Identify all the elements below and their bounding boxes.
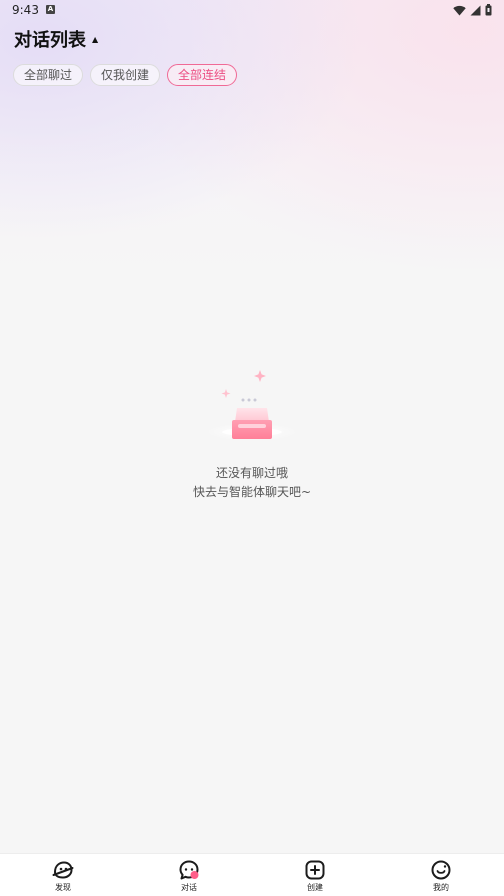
filter-chip-all-chatted[interactable]: 全部聊过	[13, 64, 84, 86]
profile-icon	[431, 860, 451, 880]
page-header[interactable]: 对话列表 ▲	[14, 26, 98, 52]
nav-item-discover[interactable]: 发现	[0, 854, 126, 896]
chat-icon	[179, 860, 199, 880]
status-icons	[453, 4, 492, 16]
battery-icon	[485, 4, 492, 16]
bottom-navigation: 发现 对话 创建 我的	[0, 853, 504, 896]
empty-message-title: 还没有聊过哦	[215, 466, 288, 480]
filter-chip-all-links[interactable]: 全部连结	[167, 64, 238, 86]
signal-icon	[470, 5, 481, 15]
empty-state: 还没有聊过哦 快去与智能体聊天吧~	[0, 366, 504, 500]
status-bar: 9:43 A	[0, 0, 504, 22]
nav-item-profile[interactable]: 我的	[378, 854, 504, 896]
create-icon	[305, 860, 325, 880]
filter-chip-created-by-me[interactable]: 仅我创建	[90, 64, 161, 86]
empty-message-hint: 快去与智能体聊天吧~	[192, 485, 312, 499]
filter-chips: 全部聊过 仅我创建 全部连结	[13, 64, 238, 86]
nav-item-chat[interactable]: 对话	[126, 854, 252, 896]
discover-icon	[52, 861, 74, 879]
caret-up-icon[interactable]: ▲	[92, 35, 98, 44]
nav-item-create[interactable]: 创建	[252, 854, 378, 896]
notification-icon: A	[46, 5, 55, 14]
page-title[interactable]: 对话列表	[14, 26, 86, 52]
empty-inbox-illustration	[206, 370, 298, 441]
nav-label-create: 创建	[307, 883, 323, 892]
nav-label-profile: 我的	[433, 883, 449, 892]
status-time: 9:43	[12, 3, 39, 17]
nav-label-discover: 发现	[55, 883, 71, 892]
nav-label-chat: 对话	[181, 883, 197, 892]
wifi-icon	[453, 5, 466, 15]
